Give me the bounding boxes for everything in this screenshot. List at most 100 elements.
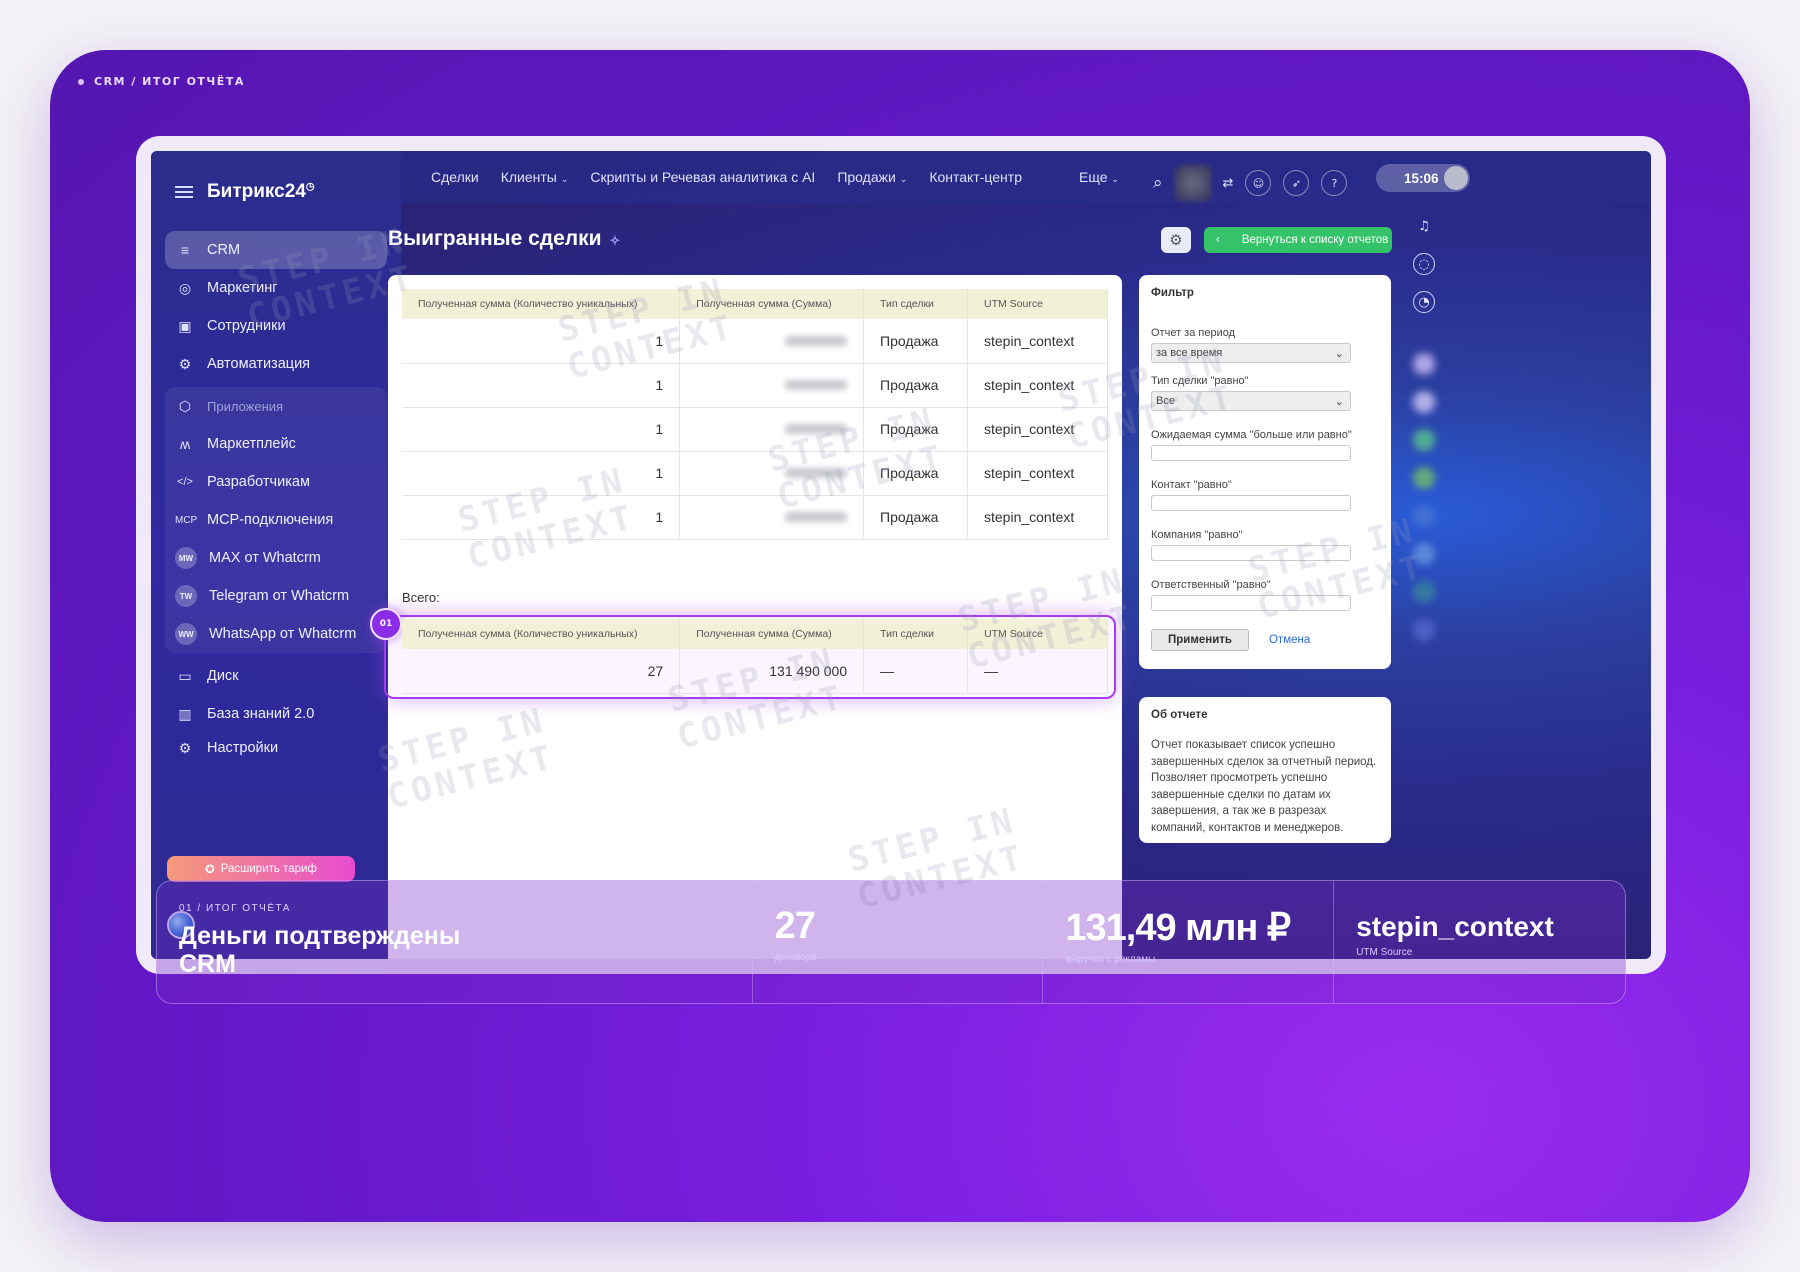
total-utm: — xyxy=(967,649,1108,694)
nav-scripts[interactable]: Скрипты и Речевая аналитика с AI xyxy=(590,169,815,185)
nav-more[interactable]: Еще ⌄ xyxy=(1079,169,1119,185)
sidebar-item-crm[interactable]: ≡ CRM xyxy=(165,231,387,269)
responsible-label: Ответственный "равно" xyxy=(1151,579,1271,591)
right-rail: ♫ ◌ ◔ xyxy=(1413,215,1435,641)
sidebar-item-disk[interactable]: ▭ Диск xyxy=(165,657,387,695)
count-cell: 1 xyxy=(402,319,681,364)
total-count: 27 xyxy=(402,649,681,694)
contact-avatar[interactable] xyxy=(1413,505,1435,527)
blurred-value xyxy=(785,335,848,346)
sum-cell xyxy=(679,407,865,452)
sidebar-item-developers[interactable]: </> Разработчикам xyxy=(165,463,387,501)
apply-button[interactable]: Применить xyxy=(1151,629,1249,651)
total-label: Всего: xyxy=(402,590,440,605)
sidebar-item-whatsapp-whatcrm[interactable]: WW WhatsApp от Whatcrm xyxy=(165,615,387,653)
time-widget[interactable]: 15:06 xyxy=(1376,164,1470,192)
presentation-frame: CRM / ИТОГ ОТЧЁТА Битрикс24◷ ≡ CRM ◎ Марке… xyxy=(50,50,1750,1222)
user-photo[interactable] xyxy=(1174,165,1211,201)
chat-icon[interactable]: ◔ xyxy=(1413,291,1435,313)
nav-sales[interactable]: Продажи ⌄ xyxy=(837,169,907,185)
bell-icon[interactable]: ♫ xyxy=(1413,215,1435,237)
column-header: Тип сделки xyxy=(863,619,969,649)
logo-row: Битрикс24◷ xyxy=(175,181,315,203)
rocket-icon: ✪ xyxy=(205,864,215,876)
utm-cell: stepin_context xyxy=(967,407,1108,452)
contact-avatar[interactable] xyxy=(1413,467,1435,489)
table-header-row: Полученная сумма (Количество уникальных)… xyxy=(402,289,1108,319)
about-title: Об отчете xyxy=(1151,709,1208,721)
sum-cell xyxy=(679,319,865,364)
nav-deals[interactable]: Сделки xyxy=(431,169,479,185)
filter-title: Фильтр xyxy=(1151,287,1194,299)
back-to-reports-button[interactable]: ‹ Вернуться к списку отчетов xyxy=(1204,227,1392,253)
search-icon[interactable]: ⌕ xyxy=(1153,173,1163,193)
contact-avatar[interactable] xyxy=(1413,429,1435,451)
pin-icon[interactable]: ✧ xyxy=(610,233,621,248)
sidebar-item-marketing[interactable]: ◎ Маркетинг xyxy=(165,269,387,307)
page-title: Выигранные сделки ✧ xyxy=(388,227,621,250)
upgrade-button[interactable]: ✪ Расширить тариф xyxy=(167,856,355,882)
contact-avatar[interactable] xyxy=(1413,353,1435,375)
sidebar-item-max-whatcrm[interactable]: MW MAX от Whatcrm xyxy=(165,539,387,577)
about-text: Отчет показывает список успешно завершен… xyxy=(1151,739,1377,834)
chevron-down-icon: ⌄ xyxy=(560,174,569,184)
column-header[interactable]: Полученная сумма (Сумма) xyxy=(679,289,865,319)
deals-value: 27 xyxy=(774,905,816,947)
period-select[interactable]: за все время ⌄ xyxy=(1151,343,1351,363)
revenue-label: выручка с рекламы xyxy=(1065,954,1156,965)
settings-gear-button[interactable]: ⚙ xyxy=(1161,227,1191,253)
contact-avatar[interactable] xyxy=(1413,619,1435,641)
apps-group-title[interactable]: ⬡ Приложения xyxy=(165,387,387,425)
blurred-value xyxy=(785,424,848,434)
table-row: 1 Продажа stepin_context xyxy=(402,495,1108,540)
user-icon[interactable]: ☺ xyxy=(1245,170,1272,196)
marketplace-icon: ʍ xyxy=(179,436,191,452)
code-icon: </> xyxy=(177,476,193,488)
chevron-down-icon: ⌄ xyxy=(1111,174,1119,184)
chevron-left-icon: ‹ xyxy=(1216,234,1220,246)
company-label: Компания "равно" xyxy=(1151,529,1243,541)
sync-icon[interactable]: ◌ xyxy=(1413,253,1435,275)
contact-input[interactable] xyxy=(1151,495,1351,511)
total-type: — xyxy=(863,649,969,694)
column-header: Полученная сумма (Количество уникальных) xyxy=(402,619,681,649)
contact-avatar[interactable] xyxy=(1413,581,1435,603)
contact-avatar[interactable] xyxy=(1413,543,1435,565)
contact-avatar[interactable] xyxy=(1413,391,1435,413)
column-header[interactable]: Полученная сумма (Количество уникальных) xyxy=(402,289,681,319)
report-table: Полученная сумма (Количество уникальных)… xyxy=(402,289,1108,540)
sidebar-item-employees[interactable]: ▣ Сотрудники xyxy=(165,307,387,345)
sidebar-item-automation[interactable]: ⚙ Автоматизация xyxy=(165,345,387,383)
column-header[interactable]: Тип сделки xyxy=(863,289,968,319)
source-stat: stepin_context UTM Source xyxy=(1334,881,1625,1003)
nav-contact-center[interactable]: Контакт-центр xyxy=(929,169,1022,185)
column-header: Полученная сумма (Сумма) xyxy=(679,619,865,649)
help-icon[interactable]: ? xyxy=(1321,170,1348,196)
breadcrumb: CRM / ИТОГ ОТЧЁТА xyxy=(78,75,245,88)
sidebar-item-marketplace[interactable]: ʍ Маркетплейс xyxy=(165,425,387,463)
logo[interactable]: Битрикс24◷ xyxy=(207,181,315,203)
sidebar-item-telegram-whatcrm[interactable]: TW Telegram от Whatcrm xyxy=(165,577,387,615)
source-value: stepin_context xyxy=(1356,911,1554,942)
sidebar-item-knowledge-base[interactable]: ▥ База знаний 2.0 xyxy=(165,695,387,733)
chevron-down-icon: ⌄ xyxy=(1334,395,1344,408)
rocket-icon[interactable]: ➶ xyxy=(1283,170,1310,196)
sliders-icon[interactable]: ⇄ xyxy=(1223,176,1234,191)
expected-sum-input[interactable] xyxy=(1151,445,1351,461)
company-input[interactable] xyxy=(1151,545,1351,561)
stats-headline: Деньги подтверждены CRM xyxy=(179,922,461,978)
top-nav: Сделки Клиенты ⌄ Скрипты и Речевая аналит… xyxy=(401,151,1651,203)
blurred-value xyxy=(785,380,848,390)
type-label: Тип сделки "равно" xyxy=(1151,375,1249,387)
responsible-input[interactable] xyxy=(1151,595,1351,611)
column-header[interactable]: UTM Source xyxy=(967,289,1108,319)
cancel-link[interactable]: Отмена xyxy=(1269,634,1310,646)
type-select[interactable]: Все ⌄ xyxy=(1151,391,1351,411)
bullet-icon xyxy=(78,78,84,85)
sidebar-item-mcp[interactable]: MCP MCP-подключения xyxy=(165,501,387,539)
menu-icon[interactable] xyxy=(175,186,193,198)
deals-label: договора xyxy=(774,952,817,963)
nav-clients[interactable]: Клиенты ⌄ xyxy=(501,169,569,185)
screenshot-card: Битрикс24◷ ≡ CRM ◎ Маркетинг ▣ Сотрудники ⚙… xyxy=(136,136,1666,974)
sidebar-item-settings[interactable]: ⚙ Настройки xyxy=(165,733,387,763)
